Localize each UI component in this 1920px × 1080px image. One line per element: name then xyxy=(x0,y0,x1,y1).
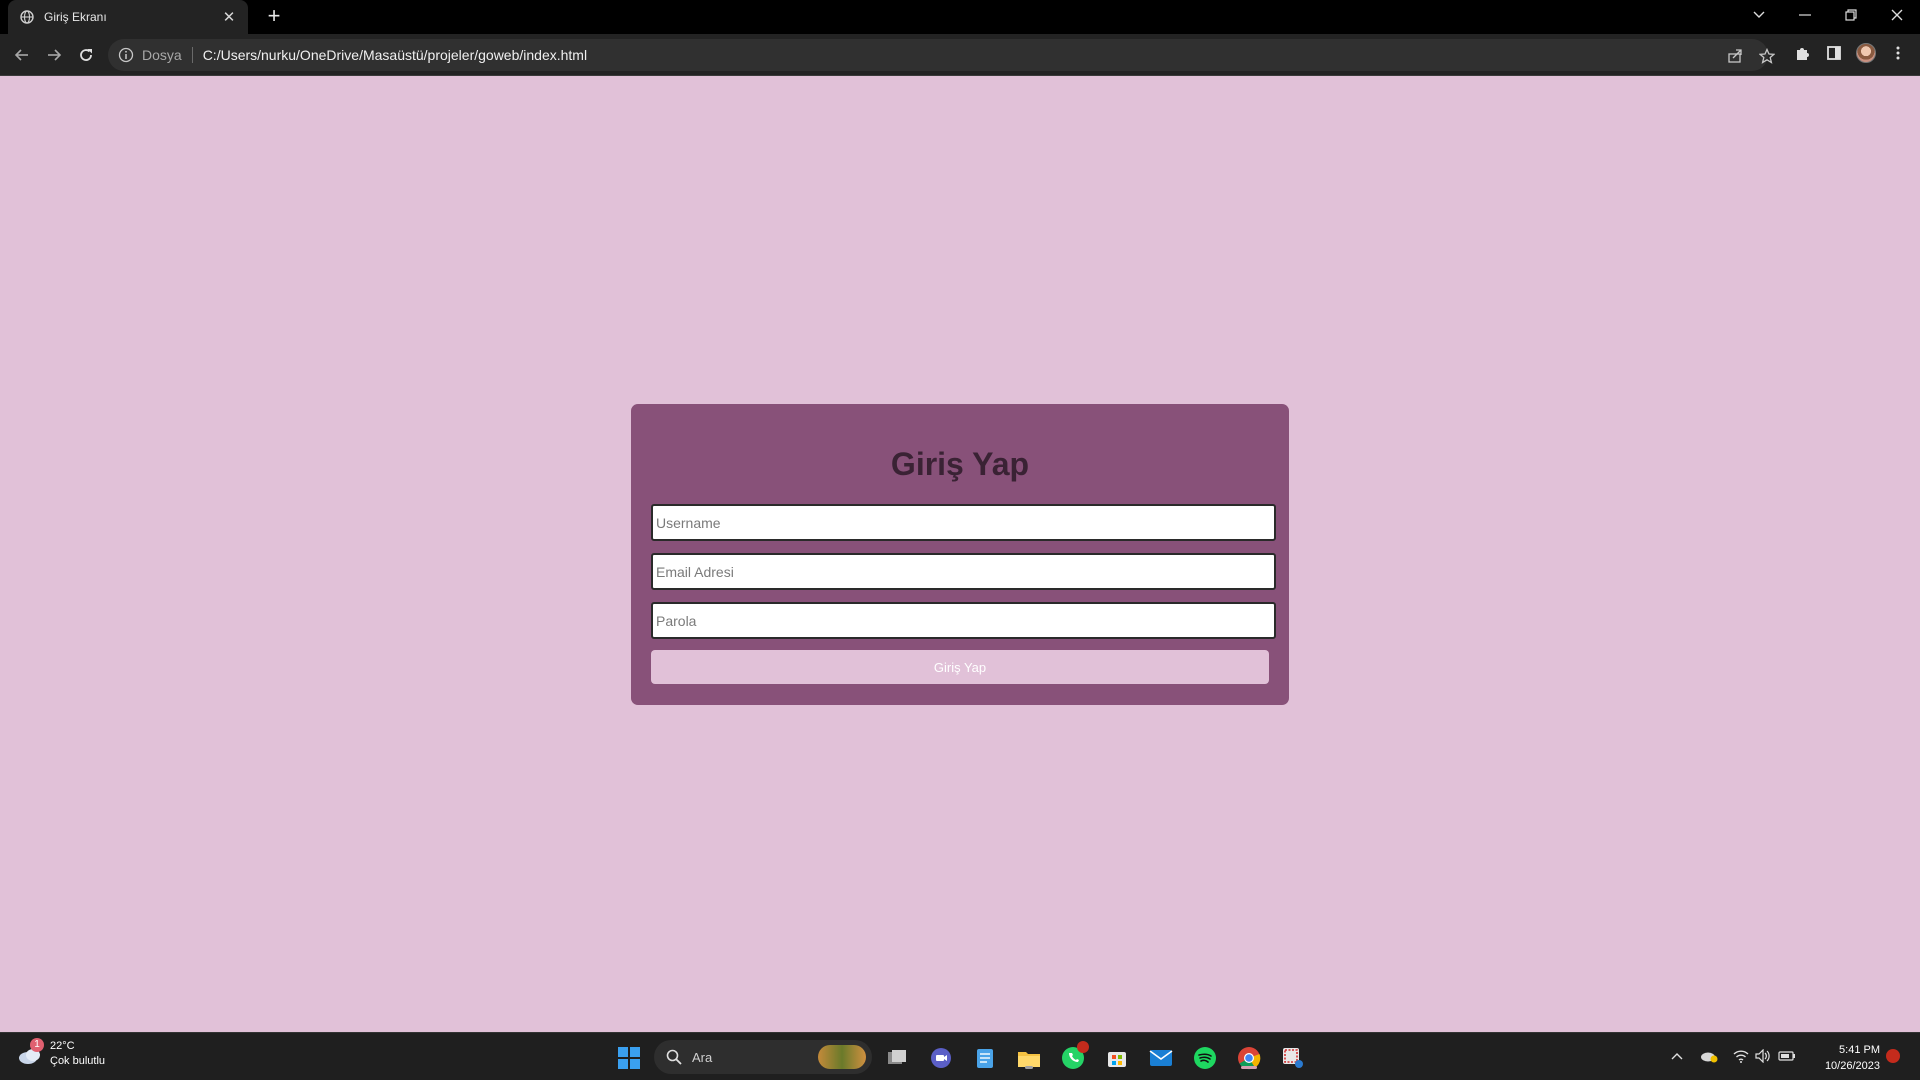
whatsapp-badge xyxy=(1077,1041,1089,1053)
login-title: Giriş Yap xyxy=(890,446,1030,482)
notification-badge[interactable] xyxy=(1886,1049,1900,1063)
extensions-puzzle-icon[interactable] xyxy=(1792,43,1812,63)
windows-start-icon[interactable] xyxy=(616,1045,642,1071)
tab-strip: Giriş Ekranı ✕ + xyxy=(0,0,1920,34)
reload-icon xyxy=(80,49,92,61)
browser-menu-icon[interactable] xyxy=(1888,43,1908,63)
clock-time: 5:41 PM xyxy=(1839,1044,1880,1056)
tab-close-icon[interactable]: ✕ xyxy=(220,8,238,26)
tab-title: Giriş Ekranı xyxy=(44,10,107,24)
weather-description: Çok bulutlu xyxy=(50,1055,106,1067)
side-panel-icon[interactable] xyxy=(1824,43,1844,63)
taskbar-search[interactable]: Ara xyxy=(654,1040,872,1074)
search-icon xyxy=(666,1049,682,1065)
active-indicator xyxy=(1241,1066,1257,1069)
chevron-up-icon[interactable] xyxy=(1668,1047,1686,1065)
clock-date: 10/26/2023 xyxy=(1824,1060,1880,1072)
scheme-label: Dosya xyxy=(142,47,182,63)
arrow-left-icon xyxy=(14,49,28,61)
store-icon[interactable] xyxy=(1104,1045,1130,1071)
tab-active[interactable]: Giriş Ekranı ✕ xyxy=(8,0,248,34)
globe-icon xyxy=(20,10,34,24)
weather-badge: 1 xyxy=(30,1038,44,1052)
wifi-icon[interactable] xyxy=(1732,1047,1750,1065)
running-indicator xyxy=(1025,1066,1033,1069)
restore-button[interactable] xyxy=(1828,0,1874,30)
address-bar[interactable]: Dosya C:/Users/nurku/OneDrive/Masaüstü/p… xyxy=(108,39,1775,71)
browser-toolbar: Dosya C:/Users/nurku/OneDrive/Masaüstü/p… xyxy=(0,34,1920,76)
volume-icon[interactable] xyxy=(1754,1047,1772,1065)
spotify-icon[interactable] xyxy=(1192,1045,1218,1071)
taskbar: 1 22°C Çok bulutlu Ara 5:41 PM 10/26/202… xyxy=(0,1032,1920,1080)
task-view-icon[interactable] xyxy=(884,1045,910,1071)
snipping-tool-icon[interactable] xyxy=(1280,1045,1306,1071)
share-icon[interactable] xyxy=(1726,47,1744,65)
new-tab-button[interactable]: + xyxy=(262,5,286,29)
weather-widget[interactable]: 1 22°C Çok bulutlu xyxy=(16,1038,106,1069)
mail-icon[interactable] xyxy=(1148,1045,1174,1071)
chrome-icon[interactable] xyxy=(1236,1045,1262,1071)
cloud-icon: 1 xyxy=(16,1038,44,1068)
search-highlight-image xyxy=(818,1045,866,1069)
search-label: Ara xyxy=(692,1049,713,1065)
onedrive-icon[interactable] xyxy=(1700,1047,1718,1065)
email-input[interactable] xyxy=(651,553,1276,590)
close-window-button[interactable] xyxy=(1874,0,1920,30)
password-input[interactable] xyxy=(651,602,1276,639)
url-text[interactable]: C:/Users/nurku/OneDrive/Masaüstü/projele… xyxy=(203,47,587,63)
username-input[interactable] xyxy=(651,504,1276,541)
whatsapp-icon[interactable] xyxy=(1060,1041,1089,1071)
login-submit-button[interactable]: Giriş Yap xyxy=(651,650,1269,684)
info-icon[interactable] xyxy=(118,47,134,63)
notepad-icon[interactable] xyxy=(972,1045,998,1071)
avatar xyxy=(1856,43,1876,63)
battery-icon[interactable] xyxy=(1778,1047,1796,1065)
profile-avatar[interactable] xyxy=(1856,43,1876,63)
back-button[interactable] xyxy=(8,41,36,69)
weather-temperature: 22°C xyxy=(50,1040,75,1052)
taskbar-clock[interactable]: 5:41 PM 10/26/2023 xyxy=(1810,1042,1880,1074)
reload-button[interactable] xyxy=(72,41,100,69)
forward-button[interactable] xyxy=(40,41,68,69)
omnibox-divider xyxy=(191,47,193,63)
arrow-right-icon xyxy=(48,49,62,61)
minimize-button[interactable] xyxy=(1782,0,1828,30)
login-card: Giriş Yap Giriş Yap xyxy=(631,404,1289,705)
bookmark-star-icon[interactable] xyxy=(1758,47,1776,65)
tab-search-icon[interactable] xyxy=(1736,0,1782,30)
file-explorer-icon[interactable] xyxy=(1016,1045,1042,1071)
teams-icon[interactable] xyxy=(928,1045,954,1071)
